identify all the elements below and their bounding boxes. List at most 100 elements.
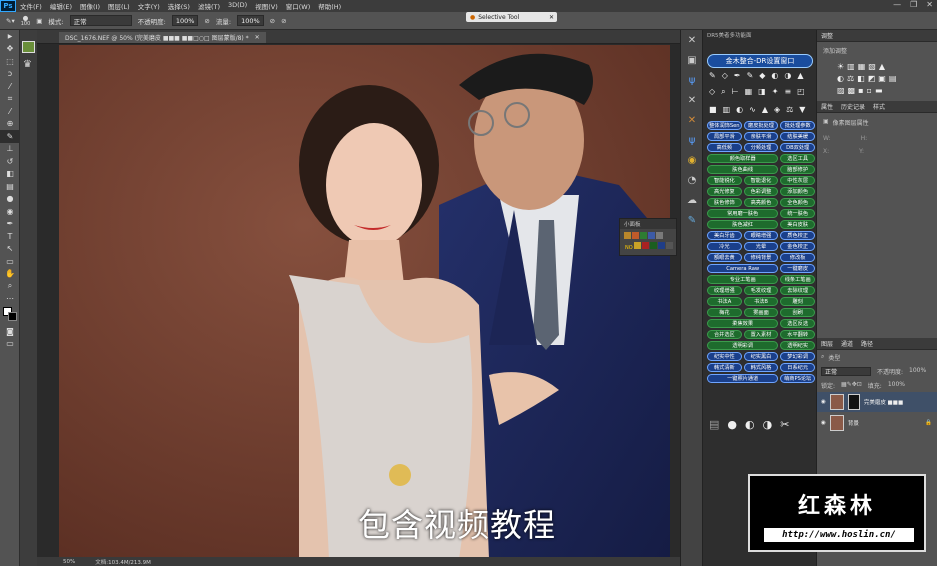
- mask-icon[interactable]: ◨: [758, 87, 766, 97]
- hand-tool-icon[interactable]: ✋: [0, 268, 20, 281]
- layer-filter[interactable]: ⌕ 类型: [821, 353, 840, 362]
- opacity-input[interactable]: 100%: [171, 15, 199, 26]
- menu-item[interactable]: 编辑(E): [46, 1, 76, 11]
- brush-icon[interactable]: ✎: [709, 71, 716, 80]
- blend-mode-select[interactable]: 正常: [821, 367, 871, 376]
- channel-icon[interactable]: ▥: [723, 105, 731, 114]
- half-circle-icon[interactable]: ◐: [745, 418, 755, 431]
- layer-icon[interactable]: ≡: [784, 87, 791, 97]
- brush-panel-icon[interactable]: ▣: [36, 17, 42, 25]
- sponge-icon[interactable]: ▲: [797, 71, 803, 80]
- search-icon[interactable]: ⌕: [721, 87, 725, 97]
- dr-function-button[interactable]: 刮刷: [780, 308, 815, 317]
- dr-function-button[interactable]: 萌商PS论坛: [780, 374, 815, 383]
- more-tools-icon[interactable]: ⋯: [0, 293, 20, 306]
- dr-function-button[interactable]: 智能锐化: [707, 176, 742, 185]
- clone-stamp-icon[interactable]: ⊥: [0, 143, 20, 156]
- collapse-icon[interactable]: ▶: [0, 30, 20, 43]
- scissors-icon[interactable]: ✂: [780, 418, 789, 431]
- dr-function-button[interactable]: 韩式风格: [743, 363, 779, 372]
- visibility-icon[interactable]: ◉: [821, 399, 826, 405]
- dr-function-button[interactable]: 修改板: [780, 253, 815, 262]
- dr-function-button[interactable]: 常用磨一肤色: [707, 209, 779, 218]
- quick-mask-icon[interactable]: ◙: [0, 325, 20, 338]
- move-tool-icon[interactable]: ✥: [0, 43, 20, 56]
- pen-tool-icon[interactable]: ✒: [0, 218, 20, 231]
- layer-row[interactable]: ◉ 完美磨皮 ■■■: [817, 392, 937, 412]
- color-swatch[interactable]: [0, 305, 20, 325]
- menu-item[interactable]: 图像(I): [76, 1, 104, 11]
- mode-select[interactable]: 正常: [69, 15, 132, 26]
- layer-mask-thumbnail[interactable]: [847, 394, 860, 410]
- dr-function-button[interactable]: 选区工具: [780, 154, 815, 163]
- dr-function-button[interactable]: 书法A: [707, 297, 742, 306]
- dr-function-button[interactable]: 去除纹理: [780, 286, 815, 295]
- tab-channels[interactable]: 通道: [841, 339, 853, 348]
- dr-function-button[interactable]: 智能退化: [743, 176, 779, 185]
- layer-opacity-value[interactable]: 100%: [909, 367, 926, 376]
- dr-function-button[interactable]: 高低频: [707, 143, 742, 152]
- crop-tool-icon[interactable]: ⌗: [0, 93, 20, 106]
- dr-settings-button[interactable]: 金木整合-DR设置窗口: [707, 54, 813, 68]
- invert-icon[interactable]: ◰: [797, 87, 805, 97]
- dr-function-button[interactable]: 修纯背景: [743, 253, 779, 262]
- menu-item[interactable]: 视图(V): [251, 1, 282, 11]
- dr-function-button[interactable]: 批处理参数: [780, 121, 815, 130]
- tools-icon[interactable]: ✕: [681, 110, 703, 130]
- adjustment-icons[interactable]: ☀▥▦▧▲ ◐⚖◧◩▣▤ ▨▩▪▫▬: [817, 59, 937, 99]
- dr-function-button[interactable]: 透明纪实: [780, 341, 815, 350]
- color-swatch[interactable]: [640, 232, 647, 239]
- photo-canvas[interactable]: [59, 45, 670, 559]
- dr-function-button[interactable]: 合并选区: [707, 330, 742, 339]
- pen-icon[interactable]: ✒: [734, 71, 741, 80]
- dr-function-button[interactable]: 透明彩调: [707, 341, 779, 350]
- color-swatch[interactable]: [648, 232, 655, 239]
- dr-function-button[interactable]: 分频处理: [743, 143, 779, 152]
- tab-styles[interactable]: 样式: [873, 102, 885, 111]
- tab-paths[interactable]: 路径: [861, 339, 873, 348]
- dr-function-button[interactable]: 眼睛增强: [743, 231, 779, 240]
- selection-icon[interactable]: ◇: [709, 87, 715, 97]
- tab-adjustments[interactable]: 调整: [821, 31, 833, 40]
- color-swatch[interactable]: [641, 242, 649, 249]
- grid-icon[interactable]: ▦: [745, 87, 753, 97]
- dr-function-button[interactable]: 韩式清新: [707, 363, 742, 372]
- eraser-icon[interactable]: ◇: [722, 71, 728, 80]
- ruler-icon[interactable]: ⊢: [732, 87, 739, 97]
- dr-function-button[interactable]: 高光修复: [707, 187, 742, 196]
- dr-function-button[interactable]: Camera Raw: [707, 264, 779, 273]
- menu-item[interactable]: 3D(D): [224, 1, 251, 11]
- balance-icon[interactable]: ⚖: [786, 105, 793, 114]
- blur-tool-icon[interactable]: ●: [0, 193, 20, 206]
- dr-function-button[interactable]: 肤色修饰: [707, 198, 742, 207]
- brush-icon[interactable]: ✎: [681, 210, 703, 230]
- dr-function-button[interactable]: 光晕: [743, 242, 779, 251]
- path-select-icon[interactable]: ↖: [0, 243, 20, 256]
- contrast-icon[interactable]: ◑: [763, 418, 773, 431]
- dr-function-button[interactable]: 梅花: [707, 308, 742, 317]
- dr-function-button[interactable]: 色彩调整: [743, 187, 779, 196]
- cloud-icon[interactable]: ☁: [681, 190, 703, 210]
- white-square-icon[interactable]: ■: [709, 105, 717, 114]
- gradient-icon[interactable]: ▤: [709, 418, 719, 431]
- blur-icon[interactable]: ◆: [759, 71, 765, 80]
- dr-function-button[interactable]: 肤色减红: [707, 220, 779, 229]
- menu-item[interactable]: 文件(F): [16, 1, 46, 11]
- dr-function-button[interactable]: 柔焦效果: [707, 319, 779, 328]
- menu-item[interactable]: 选择(S): [164, 1, 194, 11]
- dr-function-button[interactable]: 一键磨皮: [780, 264, 815, 273]
- dr-function-button[interactable]: 添加颜色: [780, 187, 815, 196]
- dr-function-button[interactable]: 雾画面: [743, 308, 779, 317]
- document-tab[interactable]: DSC_1676.NEF @ 50% (完美磨皮 ■■■ ■■□○□ 图层蒙版/…: [59, 32, 266, 43]
- gradient-tool-icon[interactable]: ▤: [0, 180, 20, 193]
- tab-properties[interactable]: 属性: [821, 102, 833, 111]
- clock-icon[interactable]: ◔: [681, 170, 703, 190]
- burn-icon[interactable]: ◑: [784, 71, 791, 80]
- dr-function-button[interactable]: 磨皮批处理: [743, 121, 779, 130]
- close-icon[interactable]: ✕: [255, 34, 260, 41]
- shape-tool-icon[interactable]: ▭: [0, 255, 20, 268]
- dr-function-button[interactable]: 纪实中性: [707, 352, 742, 361]
- curve-icon[interactable]: ∿: [749, 105, 756, 114]
- lock-icons[interactable]: ▦✎✥⊡: [841, 381, 862, 390]
- plugin-thumb-icon[interactable]: [22, 41, 35, 53]
